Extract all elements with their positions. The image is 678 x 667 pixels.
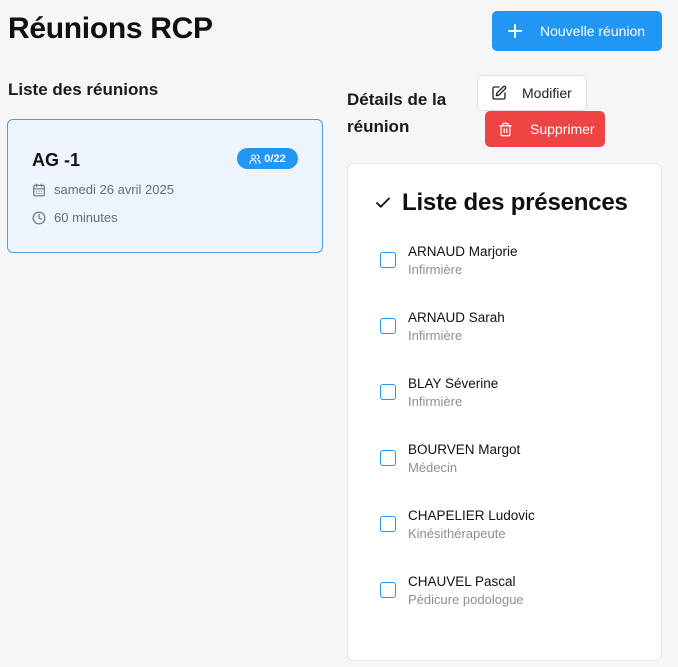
attendee-name: BLAY Séverine [408, 376, 499, 391]
attendee-row: ARNAUD Marjorie Infirmière [380, 244, 640, 288]
meeting-duration-row: 60 minutes [32, 210, 118, 225]
attendee-role: Infirmière [408, 328, 463, 343]
attendee-name: ARNAUD Marjorie [408, 244, 518, 259]
attendee-name: CHAPELIER Ludovic [408, 508, 535, 523]
attendee-role: Pédicure podologue [408, 592, 524, 607]
check-icon [376, 197, 390, 208]
calendar-icon [33, 183, 45, 196]
meeting-date: samedi 26 avril 2025 [54, 182, 174, 197]
users-icon [249, 153, 261, 164]
meetings-list-heading: Liste des réunions [8, 80, 159, 99]
attendee-role: Infirmière [408, 262, 463, 277]
new-meeting-label: Nouvelle réunion [540, 23, 646, 39]
edit-icon [492, 85, 507, 100]
plus-icon [508, 24, 522, 38]
meeting-date-row: samedi 26 avril 2025 [32, 182, 174, 197]
presence-title-text: Liste des présences [402, 189, 628, 216]
attendance-count: 0/22 [264, 152, 286, 165]
attendee-name: BOURVEN Margot [408, 442, 521, 457]
attendee-row: BOURVEN Margot Médecin [380, 442, 640, 486]
clock-icon [32, 211, 46, 224]
attendance-badge: 0/22 [237, 148, 298, 169]
meeting-duration: 60 minutes [54, 210, 118, 225]
delete-button[interactable]: Supprimer [485, 111, 605, 147]
attendee-row: CHAUVEL Pascal Pédicure podologue [380, 574, 640, 618]
details-heading: Détails de la réunion [347, 90, 447, 136]
attendee-checkbox[interactable] [380, 384, 396, 400]
page-title: Réunions RCP [8, 12, 213, 45]
attendee-name: CHAUVEL Pascal [408, 574, 516, 589]
attendee-role: Infirmière [408, 394, 463, 409]
attendee-checkbox[interactable] [380, 582, 396, 598]
attendee-row: ARNAUD Sarah Infirmière [380, 310, 640, 354]
presence-panel: Liste des présences ARNAUD Marjorie Infi… [347, 163, 662, 661]
trash-icon [499, 122, 512, 136]
meeting-card[interactable]: AG -1 0/22 samedi 26 avril 2025 60 minut… [7, 119, 323, 253]
new-meeting-button[interactable]: Nouvelle réunion [492, 11, 662, 51]
presence-title: Liste des présences [374, 189, 628, 217]
delete-label: Supprimer [530, 121, 595, 137]
meeting-name: AG -1 [32, 150, 81, 170]
attendee-role: Médecin [408, 460, 458, 475]
attendee-row: BLAY Séverine Infirmière [380, 376, 640, 420]
edit-button[interactable]: Modifier [477, 75, 587, 111]
attendee-checkbox[interactable] [380, 450, 396, 466]
attendee-role: Kinésithérapeute [408, 526, 506, 541]
edit-label: Modifier [522, 85, 572, 101]
attendee-name: ARNAUD Sarah [408, 310, 505, 325]
attendee-checkbox[interactable] [380, 318, 396, 334]
attendee-checkbox[interactable] [380, 252, 396, 268]
attendee-checkbox[interactable] [380, 516, 396, 532]
attendee-row: CHAPELIER Ludovic Kinésithérapeute [380, 508, 640, 552]
